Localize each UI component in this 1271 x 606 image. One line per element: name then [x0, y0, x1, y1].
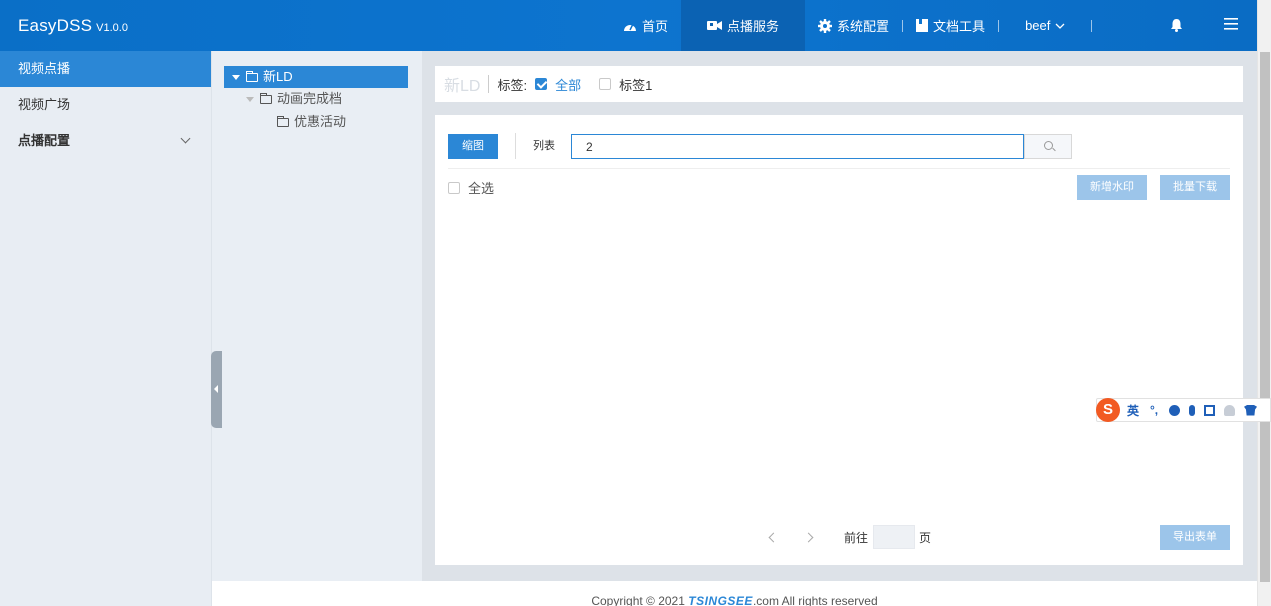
user-icon[interactable]: [1224, 404, 1236, 416]
ime-toolbar: S 英 °,: [1096, 398, 1271, 422]
microphone-icon[interactable]: [1189, 404, 1196, 416]
emoji-icon[interactable]: [1169, 404, 1181, 416]
nav-doc-tools-label: 文档工具: [933, 19, 986, 34]
list-view-button[interactable]: 列表: [533, 134, 555, 159]
folder-tree: 新LD 动画完成档 优惠活动: [212, 51, 422, 581]
tag-label: 标签:: [497, 77, 528, 93]
tag-1-label[interactable]: 标签1: [619, 75, 652, 94]
tag-all-checkbox[interactable]: [535, 78, 548, 90]
nav-home-label: 首页: [642, 19, 669, 34]
nav-system-config[interactable]: 系统配置: [805, 0, 902, 51]
filter-divider: [488, 75, 490, 93]
top-header: EasyDSS V1.0.0 首页 点播服务 系统配置 文档工具 beef: [0, 0, 1257, 51]
nav-doc-tools[interactable]: 文档工具: [903, 0, 998, 51]
folder-icon: [246, 70, 258, 82]
chevron-down-icon: [180, 133, 191, 144]
gear-icon: [818, 18, 833, 33]
tree-node-label: 优惠活动: [294, 114, 347, 129]
ime-punctuation-toggle[interactable]: °,: [1148, 403, 1160, 417]
main-nav: 首页 点播服务 系统配置 文档工具 beef: [610, 0, 1093, 51]
nav-home[interactable]: 首页: [610, 0, 681, 51]
export-form-button[interactable]: 导出表单: [1160, 525, 1230, 550]
sidebar-item-video-vod[interactable]: 视频点播: [0, 51, 211, 87]
search-icon: [1044, 141, 1053, 150]
sidebar-item-label: 点播配置: [18, 133, 71, 148]
caret-down-icon: [232, 74, 240, 80]
main-content: 新LD 标签: 全部 标签1 缩图 列表 全选 新增水印 批量下载 前往 页 导…: [422, 51, 1257, 581]
add-watermark-button[interactable]: 新增水印: [1077, 175, 1147, 200]
sidebar-item-video-square[interactable]: 视频广场: [0, 87, 211, 123]
sogou-logo-icon[interactable]: S: [1096, 398, 1120, 422]
bell-icon[interactable]: [1170, 18, 1183, 32]
nav-system-config-label: 系统配置: [837, 19, 890, 34]
tree-node-label: 新LD: [263, 69, 293, 84]
select-all[interactable]: 全选: [448, 178, 494, 197]
folder-icon: [277, 115, 289, 127]
tag-all-label[interactable]: 全部: [555, 75, 581, 94]
dashboard-icon: [624, 23, 636, 31]
search-button[interactable]: [1024, 134, 1072, 159]
nav-vod-service-label: 点播服务: [727, 19, 780, 34]
user-name: beef: [1025, 18, 1051, 33]
media-panel: 缩图 列表 全选 新增水印 批量下载 前往 页 导出表单: [435, 115, 1243, 565]
footer-brand: TSINGSEE: [688, 594, 753, 606]
tree-node-label: 动画完成档: [277, 91, 343, 106]
page-suffix-label: 页: [919, 530, 932, 545]
select-all-checkbox[interactable]: [448, 181, 460, 194]
thumbnail-view-button[interactable]: 缩图: [448, 134, 498, 159]
pagination: 前往 页: [765, 525, 931, 549]
tree-node-grandchild[interactable]: 优惠活动: [277, 111, 346, 133]
folder-title: 新LD: [444, 78, 481, 95]
page-footer: Copyright © 2021 TSINGSEE.com All rights…: [212, 581, 1257, 606]
goto-label: 前往: [844, 530, 869, 545]
ime-language-toggle[interactable]: 英: [1127, 402, 1139, 419]
tag-1-checkbox[interactable]: [599, 78, 612, 90]
brand-version: V1.0.0: [96, 21, 128, 34]
chevron-down-icon: [1055, 23, 1065, 29]
nav-divider: [1091, 19, 1093, 32]
keyboard-icon[interactable]: [1204, 404, 1216, 416]
brand: EasyDSS V1.0.0: [0, 16, 212, 36]
view-divider: [515, 133, 516, 159]
page-scrollbar[interactable]: [1257, 0, 1271, 606]
copyright-prefix: Copyright © 2021: [591, 594, 689, 606]
document-icon: [916, 19, 929, 32]
batch-download-button[interactable]: 批量下载: [1160, 175, 1230, 200]
sidebar-item-vod-config[interactable]: 点播配置: [0, 123, 211, 159]
tree-node-root[interactable]: 新LD: [224, 66, 408, 88]
skin-icon[interactable]: [1244, 404, 1258, 416]
brand-name: EasyDSS: [18, 15, 93, 35]
scrollbar-thumb[interactable]: [1260, 52, 1270, 582]
nav-vod-service[interactable]: 点播服务: [681, 0, 806, 51]
left-sidebar: 视频点播 视频广场 点播配置: [0, 51, 212, 606]
collapse-panel-handle[interactable]: [211, 351, 222, 428]
tree-node-child[interactable]: 动画完成档: [246, 88, 342, 110]
tag-filter-bar: 新LD 标签: 全部 标签1: [435, 66, 1243, 102]
folder-icon: [260, 92, 272, 104]
copyright-suffix: .com All rights reserved: [752, 594, 878, 606]
toolbar-divider: [448, 168, 1230, 169]
search-input[interactable]: [571, 134, 1024, 159]
page-number-input[interactable]: [873, 525, 916, 549]
user-menu[interactable]: beef: [999, 0, 1091, 51]
hamburger-icon[interactable]: [1224, 18, 1238, 30]
next-page-icon[interactable]: [803, 532, 814, 542]
video-camera-icon: [707, 21, 723, 30]
prev-page-icon[interactable]: [768, 532, 779, 542]
caret-down-icon: [246, 96, 254, 102]
select-all-label: 全选: [468, 181, 495, 196]
